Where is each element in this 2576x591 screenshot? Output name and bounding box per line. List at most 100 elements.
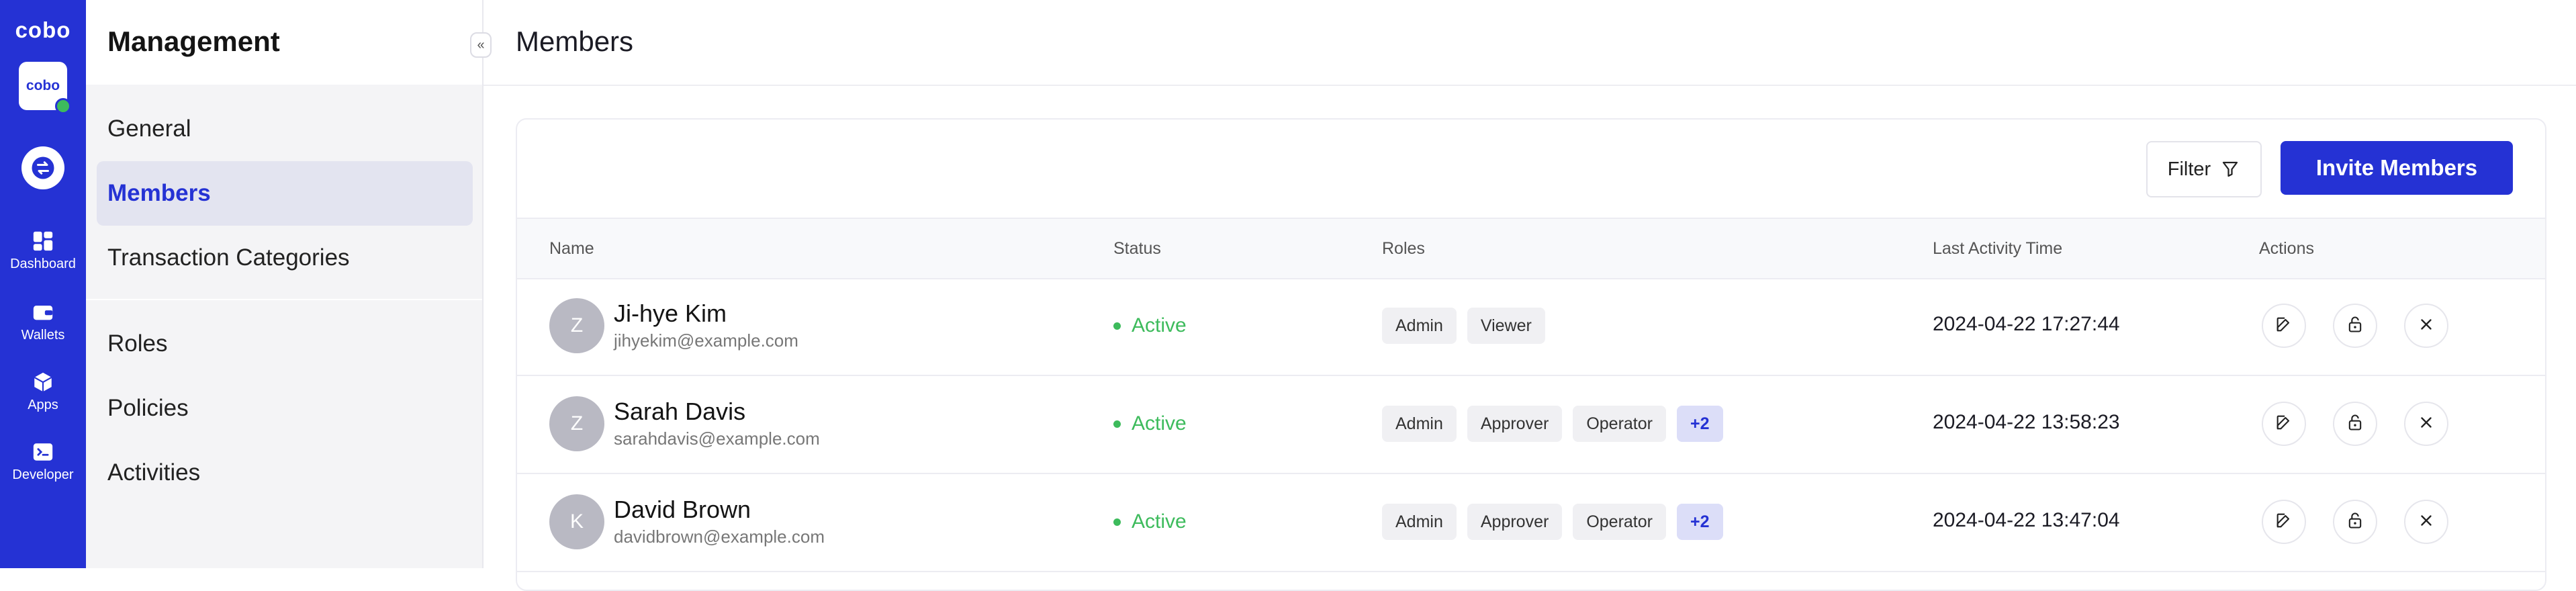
- rail-item-label: Wallets: [21, 328, 65, 343]
- avatar: K: [549, 494, 604, 549]
- edit-member-button[interactable]: [2262, 304, 2306, 348]
- lock-member-button[interactable]: [2333, 500, 2377, 544]
- management-sidebar: Management General Members Transaction C…: [86, 0, 484, 568]
- status-label: Active: [1132, 314, 1187, 336]
- remove-member-button[interactable]: [2404, 500, 2448, 544]
- cobo-logo: cobo: [15, 17, 71, 42]
- sidebar-item-members[interactable]: Members: [97, 161, 473, 226]
- swap-button[interactable]: [21, 146, 64, 189]
- double-chevron-left-icon: «: [477, 37, 485, 52]
- status-dot: [1113, 420, 1121, 428]
- member-name: Ji-hye Kim: [614, 300, 727, 327]
- sidebar-divider: [86, 299, 482, 300]
- column-header-actions: Actions: [2259, 239, 2314, 258]
- table-header: Name Status Roles Last Activity Time Act…: [517, 218, 2545, 279]
- status-label: Active: [1132, 510, 1187, 533]
- rail-item-label: Apps: [28, 398, 58, 412]
- page-title: Members: [516, 26, 634, 57]
- member-name: Sarah Davis: [614, 398, 746, 425]
- edit-icon: [2274, 511, 2293, 533]
- online-status-dot: [55, 98, 71, 114]
- role-chip: Operator: [1573, 406, 1666, 442]
- swap-icon: [32, 156, 54, 179]
- sidebar-item-label: Transaction Categories: [107, 244, 350, 271]
- app-tile-logo: cobo: [26, 78, 60, 93]
- table-row: K David Brown davidbrown@example.com Act…: [517, 473, 2545, 572]
- lock-icon: [2346, 315, 2364, 337]
- column-header-roles: Roles: [1382, 239, 1425, 258]
- remove-member-button[interactable]: [2404, 304, 2448, 348]
- role-chip: Admin: [1382, 504, 1457, 540]
- sidebar-item-label: Roles: [107, 330, 168, 357]
- status-dot: [1113, 322, 1121, 330]
- sidebar-item-activities[interactable]: Activities: [97, 441, 473, 505]
- sidebar-item-label: Members: [107, 180, 211, 206]
- more-roles-chip[interactable]: +2: [1677, 504, 1723, 540]
- edit-icon: [2274, 315, 2293, 337]
- column-header-status: Status: [1113, 239, 1161, 258]
- remove-member-button[interactable]: [2404, 402, 2448, 446]
- close-icon: [2418, 414, 2435, 435]
- rail-item-wallets[interactable]: Wallets: [0, 301, 86, 343]
- rail-item-developer[interactable]: Developer: [0, 441, 86, 483]
- roles-list: Admin Viewer: [1382, 308, 1545, 344]
- last-activity-time: 2024-04-22 17:27:44: [1933, 313, 2120, 335]
- avatar: Z: [549, 298, 604, 353]
- members-card: Filter Invite Members Name Status Roles …: [516, 118, 2546, 591]
- rail-item-apps[interactable]: Apps: [0, 371, 86, 413]
- sidebar-header: Management: [86, 0, 482, 85]
- rail-item-label: Dashboard: [10, 257, 76, 271]
- edit-member-button[interactable]: [2262, 402, 2306, 446]
- edit-member-button[interactable]: [2262, 500, 2306, 544]
- last-activity-time: 2024-04-22 13:47:04: [1933, 509, 2120, 531]
- status-badge: Active: [1113, 510, 1187, 533]
- lock-member-button[interactable]: [2333, 304, 2377, 348]
- apps-icon: [34, 372, 52, 392]
- role-chip: Operator: [1573, 504, 1666, 540]
- rail-item-dashboard[interactable]: Dashboard: [0, 230, 86, 272]
- role-chip: Admin: [1382, 308, 1457, 344]
- main-content: Members Filter Invite Members Name Statu…: [484, 0, 2576, 591]
- status-badge: Active: [1113, 314, 1187, 337]
- sidebar-item-general[interactable]: General: [97, 97, 473, 161]
- collapse-sidebar-button[interactable]: «: [470, 32, 492, 58]
- member-email: jihyekim@example.com: [614, 330, 798, 351]
- role-chip: Approver: [1467, 406, 1563, 442]
- sidebar-item-label: Policies: [107, 395, 189, 421]
- sidebar-item-label: General: [107, 116, 191, 142]
- filter-label: Filter: [2167, 158, 2211, 180]
- more-roles-chip[interactable]: +2: [1677, 406, 1723, 442]
- roles-list: Admin Approver Operator +2: [1382, 504, 1723, 540]
- invite-members-button[interactable]: Invite Members: [2281, 141, 2513, 195]
- edit-icon: [2274, 413, 2293, 435]
- sidebar-item-transaction-categories[interactable]: Transaction Categories: [97, 226, 473, 290]
- wallet-icon: [33, 306, 53, 320]
- column-header-last-activity: Last Activity Time: [1933, 239, 2063, 258]
- lock-icon: [2346, 413, 2364, 435]
- table-row: Z Ji-hye Kim jihyekim@example.com Active…: [517, 277, 2545, 376]
- lock-member-button[interactable]: [2333, 402, 2377, 446]
- status-badge: Active: [1113, 412, 1187, 435]
- member-email: sarahdavis@example.com: [614, 428, 820, 449]
- filter-button[interactable]: Filter: [2146, 141, 2262, 197]
- filter-icon: [2223, 161, 2238, 177]
- avatar: Z: [549, 396, 604, 451]
- sidebar-item-label: Activities: [107, 459, 201, 486]
- last-activity-time: 2024-04-22 13:58:23: [1933, 411, 2120, 433]
- role-chip: Approver: [1467, 504, 1563, 540]
- table-row: Z Sarah Davis sarahdavis@example.com Act…: [517, 375, 2545, 474]
- header-divider: [484, 85, 2576, 86]
- sidebar-item-roles[interactable]: Roles: [97, 312, 473, 376]
- column-header-name: Name: [549, 239, 594, 258]
- app-switcher-tile[interactable]: cobo: [19, 62, 71, 114]
- sidebar-title: Management: [107, 26, 280, 57]
- role-chip: Viewer: [1467, 308, 1545, 344]
- developer-icon: [33, 443, 53, 461]
- lock-icon: [2346, 511, 2364, 533]
- status-dot: [1113, 518, 1121, 526]
- roles-list: Admin Approver Operator +2: [1382, 406, 1723, 442]
- role-chip: Admin: [1382, 406, 1457, 442]
- status-label: Active: [1132, 412, 1187, 435]
- rail-item-label: Developer: [12, 467, 74, 482]
- sidebar-item-policies[interactable]: Policies: [97, 376, 473, 441]
